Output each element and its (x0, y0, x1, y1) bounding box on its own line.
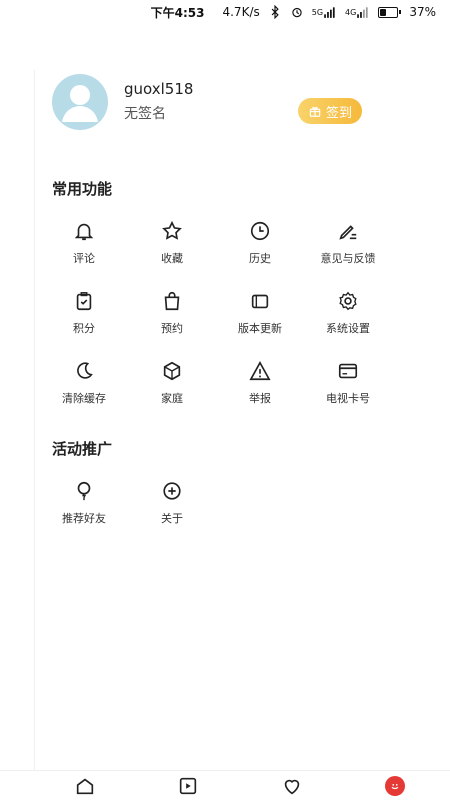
profile-smile-icon (384, 776, 405, 796)
signal-5g-icon: 5G (312, 5, 337, 19)
username: guoxl518 (124, 80, 194, 98)
divider (34, 70, 35, 770)
cube-icon (163, 361, 181, 381)
card-icon (338, 363, 358, 379)
grid-item-label: 历史 (249, 252, 271, 265)
grid-item-settings[interactable]: 系统设置 (304, 286, 392, 356)
grid-item-label: 清除缓存 (62, 392, 106, 405)
grid-item-label: 系统设置 (326, 322, 370, 335)
tab-video[interactable] (173, 771, 203, 801)
grid-item-family[interactable]: 家庭 (128, 356, 216, 426)
grid-item-label: 预约 (161, 322, 183, 335)
tab-me[interactable] (380, 771, 410, 801)
bell-icon (74, 223, 94, 241)
grid-item-label: 推荐好友 (62, 512, 106, 525)
heart-icon (284, 779, 299, 795)
battery-text: 37% (409, 5, 436, 19)
grid-item-about[interactable]: 关于 (128, 476, 216, 546)
common-grid: 评论 收藏 历史 意见与反馈 积分 预约 版本更新 系统设置 清除缓存 家庭 举… (40, 216, 392, 426)
grid-item-label: 评论 (73, 252, 95, 265)
grid-item-label: 积分 (73, 322, 95, 335)
pen-icon (339, 225, 357, 240)
signin-label: 签到 (325, 105, 352, 121)
avatar[interactable] (52, 74, 108, 130)
grid-item-clear-cache[interactable]: 清除缓存 (40, 356, 128, 426)
grid-item-version-update[interactable]: 版本更新 (216, 286, 304, 356)
grid-item-booking[interactable]: 预约 (128, 286, 216, 356)
grid-item-label: 关于 (161, 512, 183, 525)
home-icon (76, 778, 94, 795)
grid-item-favorites[interactable]: 收藏 (128, 216, 216, 286)
signature: 无签名 (124, 106, 166, 122)
grid-item-label: 家庭 (161, 392, 183, 405)
tab-home[interactable] (70, 771, 100, 801)
signal-4g-icon: 4G (345, 5, 370, 19)
star-icon (162, 220, 182, 240)
grid-item-label: 版本更新 (238, 322, 282, 335)
clipboard-check-icon (76, 292, 92, 311)
signin-button[interactable]: 签到 (298, 98, 362, 124)
moon-icon (77, 362, 93, 379)
grid-item-feedback[interactable]: 意见与反馈 (304, 216, 392, 286)
battery-icon (378, 6, 402, 18)
bag-icon (164, 291, 180, 311)
grid-item-label: 收藏 (161, 252, 183, 265)
balloon-icon (77, 481, 91, 501)
grid-item-tv-card[interactable]: 电视卡号 (304, 356, 392, 426)
play-icon (180, 777, 197, 795)
grid-item-recommend-friends[interactable]: 推荐好友 (40, 476, 128, 546)
grid-item-comments[interactable]: 评论 (40, 216, 128, 286)
tab-favorites[interactable] (277, 771, 307, 801)
warning-icon (249, 361, 271, 381)
grid-item-label: 意见与反馈 (320, 252, 376, 265)
profile-header: guoxl518 无签名 签到 (52, 74, 412, 134)
alarm-icon (290, 5, 304, 19)
net-speed: 4.7K/s (222, 5, 260, 19)
status-time: 下午4:53 (150, 5, 205, 20)
signal-2-label: 4G (345, 7, 357, 17)
user-icon (62, 85, 98, 122)
grid-item-history[interactable]: 历史 (216, 216, 304, 286)
gear-icon (339, 291, 357, 311)
common-section-title: 常用功能 (52, 180, 113, 198)
grid-item-report[interactable]: 举报 (216, 356, 304, 426)
grid-item-label: 电视卡号 (326, 392, 370, 405)
promo-section-title: 活动推广 (52, 440, 113, 458)
plus-circle-icon (163, 482, 181, 500)
promo-grid: 推荐好友 关于 (40, 476, 392, 546)
gift-icon (309, 106, 321, 117)
grid-item-label: 举报 (249, 392, 271, 405)
grid-item-points[interactable]: 积分 (40, 286, 128, 356)
clock-icon (250, 221, 270, 241)
wallet-icon (251, 294, 269, 309)
signal-1-label: 5G (311, 7, 324, 17)
bottom-nav (0, 770, 450, 800)
status-bar: 下午4:53 4.7K/s 5G 4G 37% (0, 0, 450, 24)
bluetooth-icon (268, 5, 282, 19)
